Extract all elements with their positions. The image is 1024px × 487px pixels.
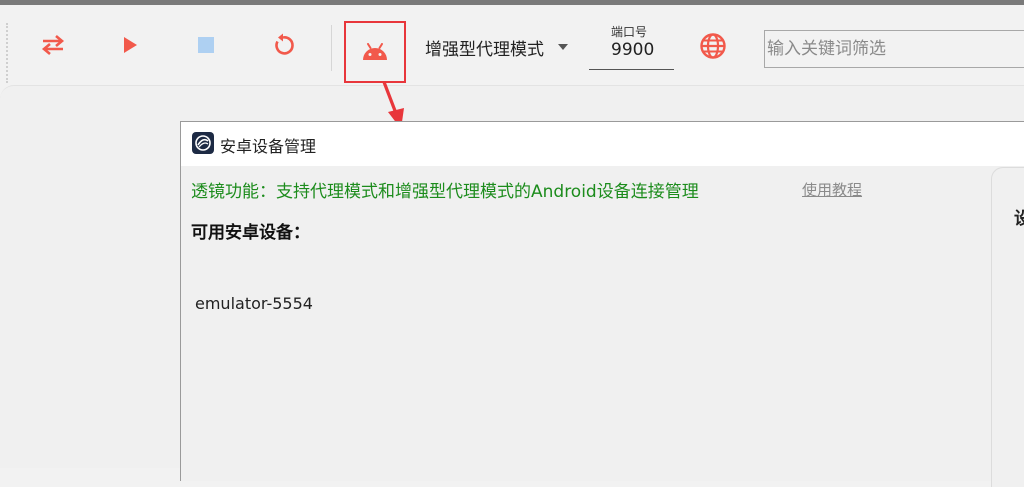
proxy-mode-select[interactable]: 增强型代理模式 <box>425 33 568 61</box>
globe-button[interactable] <box>697 30 729 62</box>
chevron-down-icon <box>558 44 568 50</box>
available-devices-heading: 可用安卓设备： <box>191 223 310 243</box>
dialog-titlebar[interactable]: 安卓设备管理 <box>181 122 1024 166</box>
android-device-manager-dialog: 安卓设备管理 透镜功能：支持代理模式和增强型代理模式的Android设备连接管理… <box>180 121 1024 487</box>
toolbar-grip[interactable] <box>6 23 8 83</box>
swap-icon <box>41 35 65 55</box>
port-underline <box>589 69 674 70</box>
refresh-button[interactable] <box>265 27 301 63</box>
toolbar: 增强型代理模式 端口号 9900 <box>0 5 1024 85</box>
toolbar-separator <box>331 25 332 71</box>
port-field[interactable]: 端口号 9900 <box>589 21 674 73</box>
play-icon <box>124 37 137 53</box>
android-device-button[interactable] <box>344 21 406 83</box>
app-logo-icon <box>192 132 214 154</box>
refresh-icon <box>275 33 294 55</box>
tutorial-link[interactable]: 使用教程 <box>802 179 862 200</box>
stop-icon <box>198 37 214 53</box>
port-label: 端口号 <box>611 25 648 39</box>
device-settings-panel: 设 <box>991 167 1024 487</box>
panel-heading-fragment: 设 <box>1014 209 1024 229</box>
device-list-item[interactable]: emulator-5554 <box>195 294 313 313</box>
stop-button[interactable] <box>188 27 224 63</box>
dialog-title: 安卓设备管理 <box>220 137 317 156</box>
keyword-filter-input[interactable] <box>764 30 1024 68</box>
port-value[interactable]: 9900 <box>611 40 654 60</box>
swap-button[interactable] <box>35 27 71 63</box>
play-button[interactable] <box>112 27 148 63</box>
android-icon <box>363 43 387 60</box>
proxy-mode-label: 增强型代理模式 <box>425 39 544 60</box>
globe-icon <box>700 33 726 59</box>
feature-description: 透镜功能：支持代理模式和增强型代理模式的Android设备连接管理 <box>191 182 699 202</box>
